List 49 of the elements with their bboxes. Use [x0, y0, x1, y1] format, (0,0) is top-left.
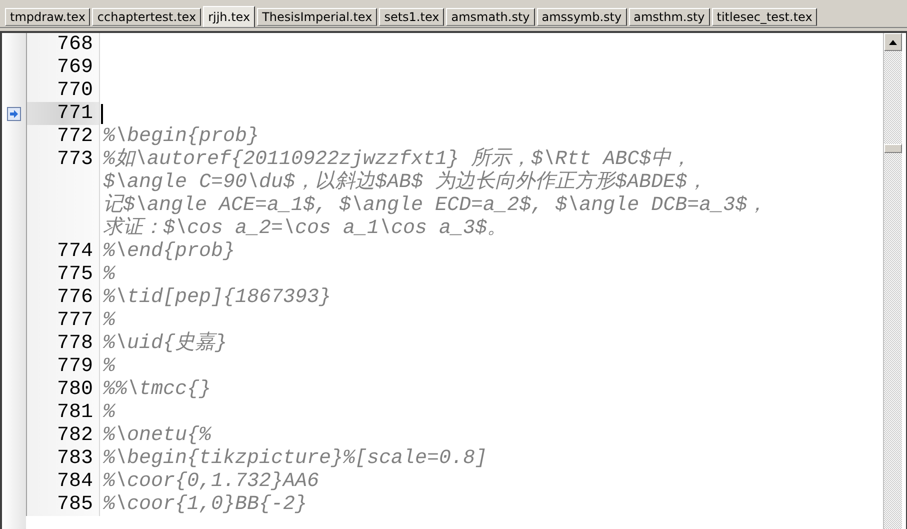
line-number: 784 — [27, 470, 100, 493]
line-number: 772 — [27, 125, 100, 148]
file-tab[interactable]: sets1.tex — [379, 8, 444, 26]
line-number: 776 — [27, 286, 100, 309]
file-tab[interactable]: rjjh.tex — [203, 6, 256, 27]
scroll-thumb[interactable] — [884, 144, 902, 153]
line-number: 782 — [27, 424, 100, 447]
line-number: 769 — [27, 56, 100, 79]
vertical-scrollbar[interactable] — [883, 33, 902, 529]
text-cursor — [101, 104, 103, 124]
code-line: % — [103, 309, 117, 332]
code-line: %%\tmcc{} — [103, 378, 212, 401]
code-line: %如\autoref{20110922zjwzzfxt1} 所示，$\Rtt ABC$中， — [103, 148, 692, 171]
code-line: %\onetu{% — [103, 424, 213, 447]
code-line: %\coor{1,0}BB{-2} — [103, 493, 308, 516]
line-number: 777 — [27, 309, 100, 332]
code-line: %\end{prob} — [103, 240, 236, 263]
line-number: 775 — [27, 263, 100, 286]
line-number: 768 — [27, 33, 100, 56]
line-number: 770 — [27, 79, 100, 102]
file-tab[interactable]: tmpdraw.tex — [5, 8, 90, 26]
line-number: 773 — [27, 148, 100, 240]
file-tab[interactable]: ThesisImperial.tex — [257, 8, 378, 26]
line-number: 774 — [27, 240, 100, 263]
file-tab[interactable]: amsthm.sty — [628, 8, 710, 26]
file-tab[interactable]: cchaptertest.tex — [92, 8, 202, 26]
code-line: % — [103, 401, 117, 424]
code-line: % — [103, 355, 117, 378]
line-number: 785 — [27, 493, 100, 516]
code-line: $\angle C=90\du$，以斜边$AB$ 为边长向外作正方形$ABDE$， — [103, 171, 708, 194]
line-number: 780 — [27, 378, 100, 401]
line-number: 778 — [27, 332, 100, 355]
file-tab[interactable]: amsmath.sty — [446, 8, 535, 26]
code-line: %\coor{0,1.732}AA6 — [103, 470, 320, 493]
code-line: 记$\angle ACE=a_1$, $\angle ECD=a_2$, $\angle DCB=a_3$， — [103, 194, 768, 217]
code-line: 求证：$\cos a_2=\cos a_1\cos a_3$。 — [103, 217, 508, 240]
line-number: 779 — [27, 355, 100, 378]
scroll-up-button[interactable] — [884, 33, 902, 51]
file-tab[interactable]: titlesec_test.tex — [712, 8, 818, 26]
code-line: %\begin{tikzpicture}%[scale=0.8] — [103, 447, 488, 470]
line-number: 771 — [27, 102, 100, 125]
up-arrow-icon — [889, 40, 897, 44]
code-line: % — [103, 263, 117, 286]
line-number: 781 — [27, 401, 100, 424]
code-line: %\tid[pep]{1867393} — [103, 286, 332, 309]
line-number: 783 — [27, 447, 100, 470]
code-line: %\uid{史嘉} — [103, 332, 228, 355]
code-line: %\begin{prob} — [103, 125, 260, 148]
file-tab[interactable]: amssymb.sty — [536, 8, 627, 26]
